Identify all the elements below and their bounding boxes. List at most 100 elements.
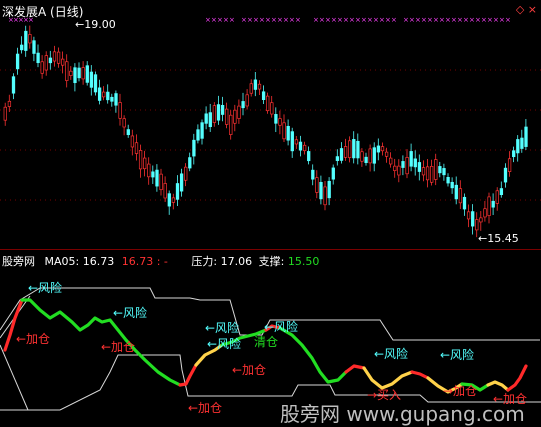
candle-body xyxy=(376,145,381,153)
candle-body xyxy=(163,183,167,199)
signal-marker: × xyxy=(247,16,253,24)
indicator-segment xyxy=(344,364,366,374)
candle-body xyxy=(479,217,483,223)
candle-body xyxy=(56,51,61,64)
signal-marker: × xyxy=(475,16,481,24)
signal-marker: × xyxy=(28,16,34,24)
candle-body xyxy=(151,171,155,178)
candle-body xyxy=(249,83,253,94)
candle-body xyxy=(327,180,331,199)
ma05-label: MA05: xyxy=(44,255,80,268)
candle-body xyxy=(208,112,212,128)
candle-body xyxy=(102,91,106,98)
signal-marker: × xyxy=(451,16,457,24)
candle-body xyxy=(286,125,290,141)
indicator-segment xyxy=(178,363,198,387)
candle-body xyxy=(106,91,110,101)
candle-body xyxy=(171,197,176,203)
candle-body xyxy=(212,105,217,123)
low-price-label: ←15.45 xyxy=(478,232,519,245)
signal-marker: × xyxy=(379,16,385,24)
candle-body xyxy=(225,108,229,125)
candle-body xyxy=(356,140,360,159)
add-annotation: ←加仓 xyxy=(188,401,223,415)
signal-marker: × xyxy=(271,16,277,24)
candle-body xyxy=(89,71,94,88)
candle-body xyxy=(15,53,20,70)
risk-annotation: ←风险 xyxy=(205,321,240,335)
signal-marker: × xyxy=(409,16,415,24)
candlesticks xyxy=(3,25,528,238)
indicator-segment xyxy=(506,364,528,392)
candle-body xyxy=(44,55,48,71)
candle-body xyxy=(434,159,438,180)
candle-body xyxy=(97,87,102,101)
candle-body xyxy=(196,129,200,141)
candle-body xyxy=(311,169,315,180)
candle-body xyxy=(11,76,16,94)
candle-body xyxy=(442,168,446,176)
candle-body xyxy=(28,34,32,44)
pressure-label: 压力: xyxy=(191,255,218,268)
candle-body xyxy=(52,51,57,62)
signal-marker: × xyxy=(337,16,343,24)
candle-body xyxy=(487,196,491,216)
signal-marker: × xyxy=(373,16,379,24)
candle-body xyxy=(282,122,286,140)
candle-body xyxy=(266,95,270,112)
candle-body xyxy=(384,151,389,157)
candle-body xyxy=(192,139,196,157)
candle-body xyxy=(155,169,159,187)
candle-body xyxy=(503,167,508,183)
indicator-segment xyxy=(410,370,430,380)
candle-body xyxy=(48,57,53,64)
candle-body xyxy=(364,156,368,163)
candle-body xyxy=(147,163,151,178)
candle-body xyxy=(126,129,130,136)
candle-body xyxy=(323,186,327,206)
signal-marker: × xyxy=(463,16,469,24)
candle-body xyxy=(466,211,471,220)
candle-body xyxy=(405,157,409,175)
signal-marker: × xyxy=(433,16,439,24)
candle-body xyxy=(257,83,262,90)
candle-body xyxy=(397,165,401,176)
candle-body xyxy=(274,114,278,124)
signal-marker: × xyxy=(367,16,373,24)
candle-body xyxy=(110,96,114,102)
candle-body xyxy=(520,137,524,149)
signal-marker: × xyxy=(265,16,271,24)
indicator-segment xyxy=(278,326,348,384)
candle-body xyxy=(40,61,44,74)
signal-marker: × xyxy=(415,16,421,24)
candle-body xyxy=(65,61,69,81)
signal-marker: × xyxy=(313,16,319,24)
clear-annotation: 清仓 xyxy=(254,335,279,349)
candle-body xyxy=(93,74,98,93)
candle-body xyxy=(307,151,311,162)
signal-marker: × xyxy=(319,16,325,24)
candle-body xyxy=(450,181,454,189)
channel-connector xyxy=(0,344,29,411)
candle-body xyxy=(138,150,143,170)
signal-marker: × xyxy=(439,16,445,24)
signal-marker: × xyxy=(295,16,301,24)
candle-body xyxy=(401,161,405,168)
candle-body xyxy=(114,93,118,106)
signal-marker: × xyxy=(217,16,223,24)
candle-body xyxy=(233,109,237,124)
candle-body xyxy=(122,118,126,128)
candle-body xyxy=(516,139,520,154)
indicator-name: 股旁网 xyxy=(2,255,35,268)
candle-body xyxy=(389,157,393,165)
candle-body xyxy=(77,67,81,79)
candle-body xyxy=(458,188,463,204)
candle-body xyxy=(393,165,397,171)
candle-body xyxy=(315,177,319,193)
pressure-value: 17.06 xyxy=(220,255,253,268)
signal-marker: × xyxy=(385,16,391,24)
signal-marker: × xyxy=(391,16,397,24)
signal-marker: × xyxy=(505,16,511,24)
ma05-value-2: 16.73 xyxy=(121,255,154,268)
candle-body xyxy=(81,67,85,80)
